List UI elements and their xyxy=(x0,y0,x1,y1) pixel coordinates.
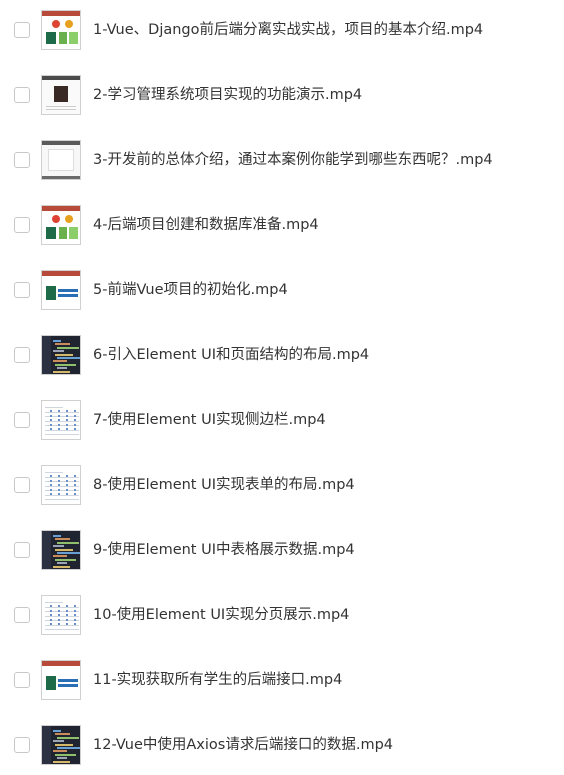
select-checkbox[interactable] xyxy=(14,737,30,753)
select-checkbox[interactable] xyxy=(14,672,30,688)
select-checkbox[interactable] xyxy=(14,607,30,623)
file-row[interactable]: 10-使用Element UI实现分页展示.mp4 xyxy=(0,595,564,639)
video-thumbnail[interactable] xyxy=(41,400,81,440)
video-thumbnail[interactable] xyxy=(41,595,81,635)
file-row[interactable]: 11-实现获取所有学生的后端接口.mp4 xyxy=(0,660,564,704)
select-checkbox[interactable] xyxy=(14,412,30,428)
file-name[interactable]: 10-使用Element UI实现分页展示.mp4 xyxy=(93,605,349,625)
video-thumbnail[interactable] xyxy=(41,335,81,375)
file-name[interactable]: 12-Vue中使用Axios请求后端接口的数据.mp4 xyxy=(93,735,393,755)
video-thumbnail[interactable] xyxy=(41,75,81,115)
select-checkbox[interactable] xyxy=(14,477,30,493)
video-thumbnail[interactable] xyxy=(41,205,81,245)
select-checkbox[interactable] xyxy=(14,542,30,558)
file-row[interactable]: 7-使用Element UI实现侧边栏.mp4 xyxy=(0,400,564,444)
video-thumbnail[interactable] xyxy=(41,465,81,505)
video-thumbnail[interactable] xyxy=(41,10,81,50)
select-checkbox[interactable] xyxy=(14,217,30,233)
video-thumbnail[interactable] xyxy=(41,140,81,180)
select-checkbox[interactable] xyxy=(14,282,30,298)
file-row[interactable]: 6-引入Element UI和页面结构的布局.mp4 xyxy=(0,335,564,379)
video-thumbnail[interactable] xyxy=(41,725,81,765)
file-name[interactable]: 9-使用Element UI中表格展示数据.mp4 xyxy=(93,540,355,560)
video-thumbnail[interactable] xyxy=(41,530,81,570)
file-name[interactable]: 11-实现获取所有学生的后端接口.mp4 xyxy=(93,670,342,690)
file-row[interactable]: 4-后端项目创建和数据库准备.mp4 xyxy=(0,205,564,249)
file-row[interactable]: 12-Vue中使用Axios请求后端接口的数据.mp4 xyxy=(0,725,564,769)
file-name[interactable]: 8-使用Element UI实现表单的布局.mp4 xyxy=(93,475,355,495)
file-name[interactable]: 7-使用Element UI实现侧边栏.mp4 xyxy=(93,410,326,430)
file-row[interactable]: 5-前端Vue项目的初始化.mp4 xyxy=(0,270,564,314)
file-name[interactable]: 5-前端Vue项目的初始化.mp4 xyxy=(93,280,288,300)
file-name[interactable]: 2-学习管理系统项目实现的功能演示.mp4 xyxy=(93,85,362,105)
video-thumbnail[interactable] xyxy=(41,270,81,310)
select-checkbox[interactable] xyxy=(14,152,30,168)
file-row[interactable]: 3-开发前的总体介绍，通过本案例你能学到哪些东西呢？.mp4 xyxy=(0,140,564,184)
file-list: 1-Vue、Django前后端分离实战实战，项目的基本介绍.mp4 2-学习管理系… xyxy=(0,0,564,775)
select-checkbox[interactable] xyxy=(14,87,30,103)
file-name[interactable]: 4-后端项目创建和数据库准备.mp4 xyxy=(93,215,319,235)
file-row[interactable]: 9-使用Element UI中表格展示数据.mp4 xyxy=(0,530,564,574)
file-name[interactable]: 6-引入Element UI和页面结构的布局.mp4 xyxy=(93,345,369,365)
file-row[interactable]: 1-Vue、Django前后端分离实战实战，项目的基本介绍.mp4 xyxy=(0,10,564,54)
select-checkbox[interactable] xyxy=(14,22,30,38)
file-row[interactable]: 2-学习管理系统项目实现的功能演示.mp4 xyxy=(0,75,564,119)
file-name[interactable]: 1-Vue、Django前后端分离实战实战，项目的基本介绍.mp4 xyxy=(93,20,483,40)
select-checkbox[interactable] xyxy=(14,347,30,363)
file-name[interactable]: 3-开发前的总体介绍，通过本案例你能学到哪些东西呢？.mp4 xyxy=(93,150,493,170)
video-thumbnail[interactable] xyxy=(41,660,81,700)
file-row[interactable]: 8-使用Element UI实现表单的布局.mp4 xyxy=(0,465,564,509)
